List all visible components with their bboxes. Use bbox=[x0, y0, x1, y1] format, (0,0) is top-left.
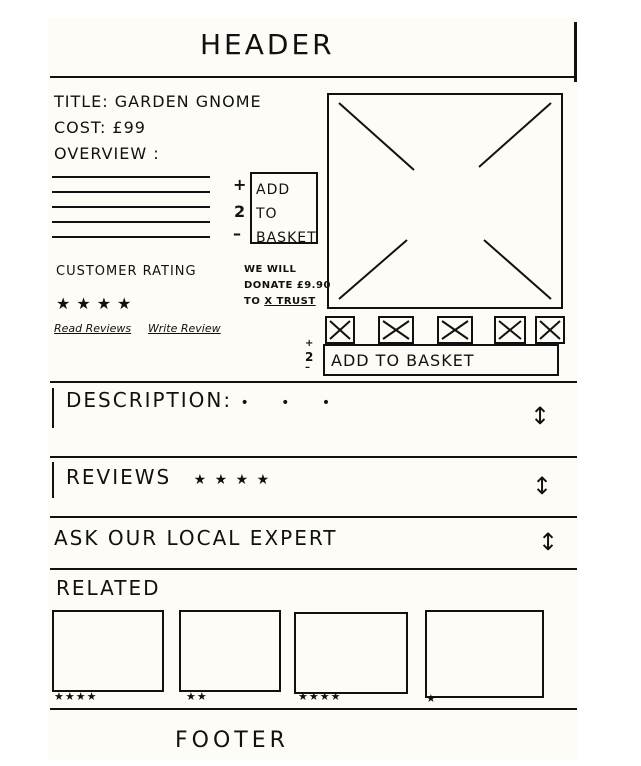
thumbnail-1[interactable] bbox=[325, 316, 355, 344]
wide-quantity-increase-button[interactable]: + bbox=[305, 338, 313, 349]
reviews-label: REVIEWS bbox=[66, 465, 172, 489]
overview-text-line bbox=[52, 191, 210, 193]
expand-collapse-icon[interactable]: ↕ bbox=[538, 528, 558, 556]
related-product-rating: ★★ bbox=[186, 690, 208, 703]
add-to-basket-button[interactable]: ADD TO BASKET bbox=[250, 172, 318, 246]
description-dots: • • • bbox=[240, 395, 345, 411]
page-footer-title: FOOTER bbox=[175, 728, 289, 753]
title-label: TITLE: bbox=[54, 92, 109, 111]
main-product-image bbox=[327, 93, 563, 309]
section-divider bbox=[50, 381, 577, 383]
related-product-card[interactable] bbox=[294, 612, 408, 694]
read-reviews-link[interactable]: Read Reviews bbox=[54, 322, 131, 335]
overview-text-line bbox=[52, 176, 210, 178]
donation-line3-prefix: TO bbox=[244, 296, 261, 307]
add-to-basket-line2: BASKET bbox=[256, 230, 317, 246]
donation-note: WE WILL DONATE £9.90 TO X TRUST bbox=[244, 262, 331, 310]
image-placeholder-icon bbox=[329, 320, 351, 340]
thumbnail-5[interactable] bbox=[535, 316, 565, 344]
related-product-rating: ★★★★ bbox=[298, 690, 342, 703]
related-product-card[interactable] bbox=[52, 610, 164, 692]
charity-link[interactable]: X TRUST bbox=[264, 296, 315, 307]
image-placeholder-icon bbox=[441, 320, 469, 340]
overview-text-line bbox=[52, 221, 210, 223]
overview-text-line bbox=[52, 236, 210, 238]
related-product-card[interactable] bbox=[425, 610, 544, 698]
thumbnail-2[interactable] bbox=[378, 316, 414, 344]
section-divider bbox=[50, 516, 577, 518]
description-section-title[interactable]: DESCRIPTION: • • • bbox=[66, 388, 344, 412]
quantity-value: 2 bbox=[234, 202, 246, 221]
overview-label: OVERVIEW : bbox=[54, 144, 160, 163]
section-divider bbox=[50, 568, 577, 570]
related-product-rating: ★ bbox=[426, 692, 437, 705]
image-placeholder-icon bbox=[338, 102, 552, 300]
overview-text-line bbox=[52, 206, 210, 208]
donation-line2: DONATE £9.90 bbox=[244, 280, 331, 291]
quantity-increase-button[interactable]: + bbox=[233, 175, 246, 194]
header-divider bbox=[50, 76, 577, 78]
thumbnail-3[interactable] bbox=[437, 316, 473, 344]
thumbnail-4[interactable] bbox=[494, 316, 526, 344]
wide-quantity-decrease-button[interactable]: – bbox=[305, 362, 310, 373]
cost-value: £99 bbox=[112, 118, 146, 137]
quantity-decrease-button[interactable]: – bbox=[233, 224, 241, 243]
customer-rating-label: CUSTOMER RATING bbox=[56, 264, 197, 279]
accordion-edge bbox=[52, 388, 54, 428]
page-header-title: HEADER bbox=[200, 28, 335, 61]
related-product-card[interactable] bbox=[179, 610, 281, 692]
description-label: DESCRIPTION: bbox=[66, 388, 233, 412]
product-cost: COST: £99 bbox=[54, 118, 146, 137]
related-product-rating: ★★★★ bbox=[54, 690, 98, 703]
image-placeholder-icon bbox=[382, 320, 410, 340]
footer-divider bbox=[50, 708, 577, 710]
add-to-basket-line1: ADD TO bbox=[256, 182, 291, 222]
ask-expert-section-title[interactable]: ASK OUR LOCAL EXPERT bbox=[54, 526, 338, 550]
reviews-stars: ★ ★ ★ ★ bbox=[193, 472, 272, 488]
page-border bbox=[574, 22, 577, 82]
related-title: RELATED bbox=[56, 576, 161, 600]
title-value: GARDEN GNOME bbox=[114, 92, 262, 111]
expand-collapse-icon[interactable]: ↕ bbox=[532, 472, 552, 500]
cost-label: COST: bbox=[54, 118, 107, 137]
image-placeholder-icon bbox=[539, 320, 561, 340]
section-divider bbox=[50, 456, 577, 458]
accordion-edge bbox=[52, 462, 54, 498]
add-to-basket-wide-button[interactable]: ADD TO BASKET bbox=[323, 344, 559, 376]
reviews-section-title[interactable]: REVIEWS ★ ★ ★ ★ bbox=[66, 465, 271, 489]
write-review-link[interactable]: Write Review bbox=[148, 322, 221, 335]
donation-line1: WE WILL bbox=[244, 264, 297, 275]
expand-collapse-icon[interactable]: ↕ bbox=[530, 402, 550, 430]
product-title: TITLE: GARDEN GNOME bbox=[54, 92, 262, 111]
customer-rating-stars: ★★★★ bbox=[56, 294, 138, 313]
image-placeholder-icon bbox=[498, 320, 522, 340]
